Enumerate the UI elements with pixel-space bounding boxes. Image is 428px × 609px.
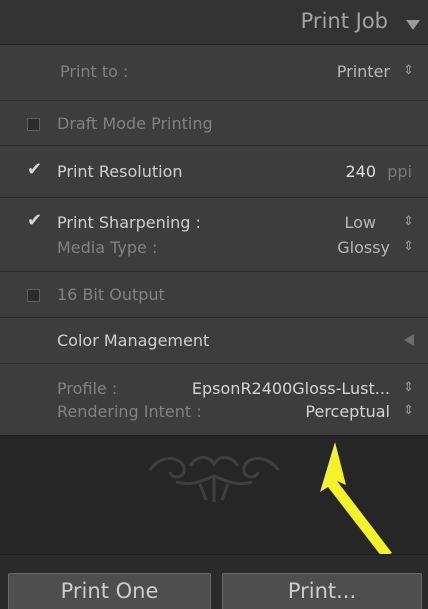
print-sharpening-stepper-icon[interactable]: ⇕	[403, 214, 414, 229]
print-job-panel: Print Job Print to : Printer ⇕ Draft Mod…	[0, 0, 428, 609]
print-sharpening-row: ✔ Print Sharpening : Low ⇕ Media Type : …	[0, 199, 428, 272]
bit-output-checkbox[interactable]	[27, 289, 40, 302]
expand-arrow-icon[interactable]	[404, 334, 414, 346]
print-to-label: Print to :	[60, 62, 129, 81]
draft-mode-label: Draft Mode Printing	[57, 114, 213, 133]
profile-stepper-icon[interactable]: ⇕	[403, 380, 414, 395]
bit-output-row: 16 Bit Output	[0, 273, 428, 318]
print-to-row: Print to : Printer ⇕	[0, 45, 428, 101]
draft-mode-checkbox[interactable]	[27, 118, 40, 131]
footer-bar: Print One Print...	[0, 554, 428, 609]
profile-label: Profile :	[57, 379, 118, 398]
print-sharpening-checkmark-icon[interactable]: ✔	[27, 212, 42, 230]
panel-title: Print Job	[300, 9, 388, 33]
print-button[interactable]: Print...	[222, 573, 422, 609]
color-management-body: Profile : EpsonR2400Gloss-Lust... ⇕ Rend…	[0, 365, 428, 436]
rendering-intent-label: Rendering Intent :	[57, 402, 202, 421]
print-sharpening-value[interactable]: Low	[344, 213, 376, 232]
panel-end-area	[0, 436, 428, 554]
rendering-intent-stepper-icon[interactable]: ⇕	[403, 403, 414, 418]
print-to-value[interactable]: Printer	[337, 62, 390, 81]
print-resolution-label: Print Resolution	[57, 162, 183, 181]
color-management-header[interactable]: Color Management	[0, 319, 428, 364]
bit-output-label: 16 Bit Output	[57, 285, 165, 304]
print-resolution-value[interactable]: 240	[345, 162, 376, 181]
media-type-stepper-icon[interactable]: ⇕	[403, 239, 414, 254]
print-resolution-unit: ppi	[387, 162, 412, 181]
draft-mode-row: Draft Mode Printing	[0, 102, 428, 146]
rendering-intent-value[interactable]: Perceptual	[305, 402, 390, 421]
collapse-triangle-icon[interactable]	[406, 20, 420, 30]
print-resolution-row: ✔ Print Resolution 240 ppi	[0, 147, 428, 198]
media-type-value[interactable]: Glossy	[337, 238, 390, 257]
color-management-title: Color Management	[57, 331, 210, 350]
print-resolution-checkmark-icon[interactable]: ✔	[27, 161, 42, 179]
print-sharpening-label: Print Sharpening :	[57, 213, 201, 232]
yellow-arrow-annotation-icon	[320, 442, 392, 554]
panel-header[interactable]: Print Job	[0, 0, 428, 45]
print-one-button[interactable]: Print One	[8, 573, 211, 609]
media-type-label: Media Type :	[57, 238, 158, 257]
profile-value[interactable]: EpsonR2400Gloss-Lust...	[192, 379, 390, 398]
print-to-stepper-icon[interactable]: ⇕	[403, 63, 414, 78]
